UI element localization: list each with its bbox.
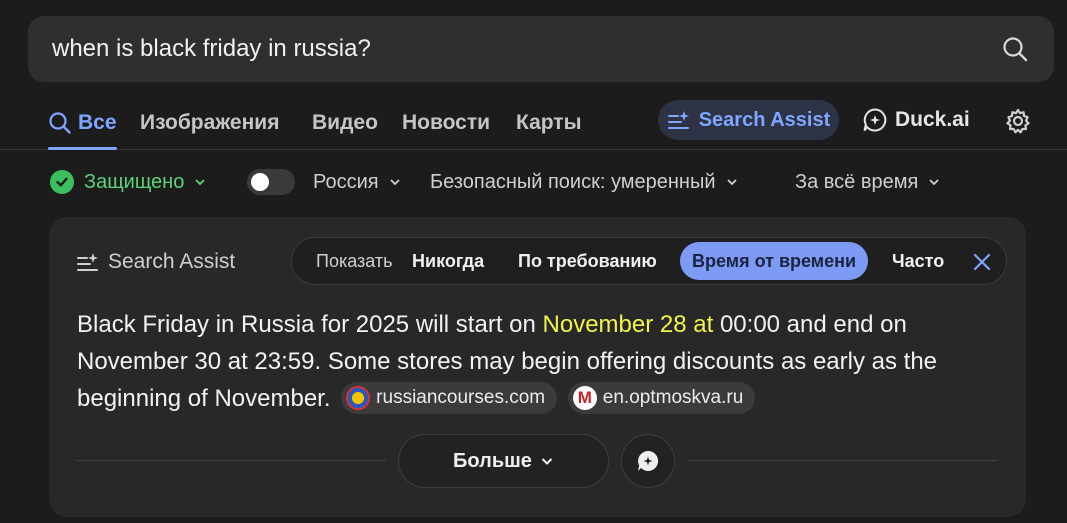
- card-title-label: Search Assist: [108, 250, 236, 273]
- tab-label: Все: [78, 111, 117, 134]
- search-bar: [28, 16, 1054, 82]
- source-chip-optmoskva[interactable]: M en.optmoskva.ru: [567, 381, 756, 414]
- chevron-down-icon: [389, 179, 400, 186]
- assist-answer: Black Friday in Russia for 2025 will sta…: [77, 306, 997, 417]
- show-label: Показать: [316, 251, 393, 271]
- settings-button[interactable]: [1004, 107, 1032, 135]
- answer-text: Black Friday in Russia for 2025 will sta…: [77, 311, 543, 338]
- tab-label: Изображения: [140, 111, 280, 134]
- region-filter[interactable]: Россия: [247, 168, 401, 196]
- more-label: Больше: [453, 449, 532, 472]
- tab-all[interactable]: Все: [48, 98, 117, 150]
- tab-news[interactable]: Новости: [402, 98, 490, 148]
- time-label: За всё время: [795, 170, 919, 193]
- tab-video[interactable]: Видео: [312, 98, 378, 148]
- message-icon: [638, 450, 659, 471]
- protection-filter[interactable]: Защищено: [50, 168, 206, 196]
- sparkle-icon: [667, 111, 689, 129]
- chevron-down-icon: [195, 179, 205, 186]
- search-assist-button[interactable]: Search Assist: [658, 100, 839, 140]
- source-chip-russiancourses[interactable]: russiancourses.com: [341, 381, 558, 414]
- more-button[interactable]: Больше: [398, 434, 609, 488]
- search-icon: [49, 112, 71, 134]
- safe-search-filter[interactable]: Безопасный поиск: умеренный: [430, 168, 738, 196]
- duck-ai-label: Duck.ai: [895, 108, 970, 131]
- tab-label: Новости: [402, 111, 491, 134]
- close-button[interactable]: [970, 250, 994, 274]
- duck-ai-button[interactable]: Duck.ai: [862, 100, 970, 140]
- tab-images[interactable]: Изображения: [140, 98, 279, 148]
- tab-label: Карты: [516, 111, 582, 134]
- chevron-down-icon: [929, 179, 939, 186]
- chevron-down-icon: [726, 179, 737, 186]
- check-icon: [50, 170, 74, 194]
- page: Все Изображения Видео Новости Карты Sear…: [0, 0, 1067, 523]
- nav-tabs: Все Изображения Видео Новости Карты Sear…: [0, 98, 1067, 150]
- search-icon: [1003, 37, 1028, 62]
- favicon-icon: M: [572, 385, 597, 410]
- source-name: russiancourses.com: [376, 387, 546, 409]
- tab-label: Видео: [312, 111, 378, 134]
- search-assist-card: Search Assist Показать Никогда По требов…: [49, 217, 1026, 517]
- search-button[interactable]: [1000, 34, 1030, 64]
- close-icon: [973, 253, 991, 271]
- favicon-icon: [346, 385, 371, 410]
- option-often[interactable]: Часто: [880, 242, 956, 280]
- divider: [687, 460, 997, 461]
- safe-search-label: Безопасный поиск: умеренный: [430, 170, 716, 193]
- source-name: en.optmoskva.ru: [602, 387, 744, 409]
- option-on-demand[interactable]: По требованию: [506, 242, 669, 280]
- card-title: Search Assist: [76, 248, 235, 276]
- region-label: Россия: [313, 170, 379, 193]
- tab-maps[interactable]: Карты: [516, 98, 582, 148]
- answer-highlight: November 28 at: [542, 311, 714, 338]
- gear-icon: [1006, 108, 1030, 134]
- chat-icon: [863, 108, 887, 132]
- divider: [77, 460, 386, 461]
- feedback-button[interactable]: [621, 434, 675, 488]
- frequency-selector: Показать Никогда По требованию Время от …: [291, 237, 1007, 285]
- protection-label: Защищено: [84, 170, 185, 193]
- search-input[interactable]: [52, 35, 1000, 63]
- chevron-down-icon: [541, 458, 553, 465]
- sparkle-icon: [77, 253, 98, 271]
- option-never[interactable]: Никогда: [400, 242, 496, 280]
- region-toggle[interactable]: [247, 169, 295, 195]
- filter-bar: Защищено Россия Безопасный поиск: умерен…: [0, 160, 1067, 204]
- time-filter[interactable]: За всё время: [795, 168, 940, 196]
- search-assist-label: Search Assist: [698, 108, 831, 131]
- option-sometimes[interactable]: Время от времени: [680, 242, 869, 280]
